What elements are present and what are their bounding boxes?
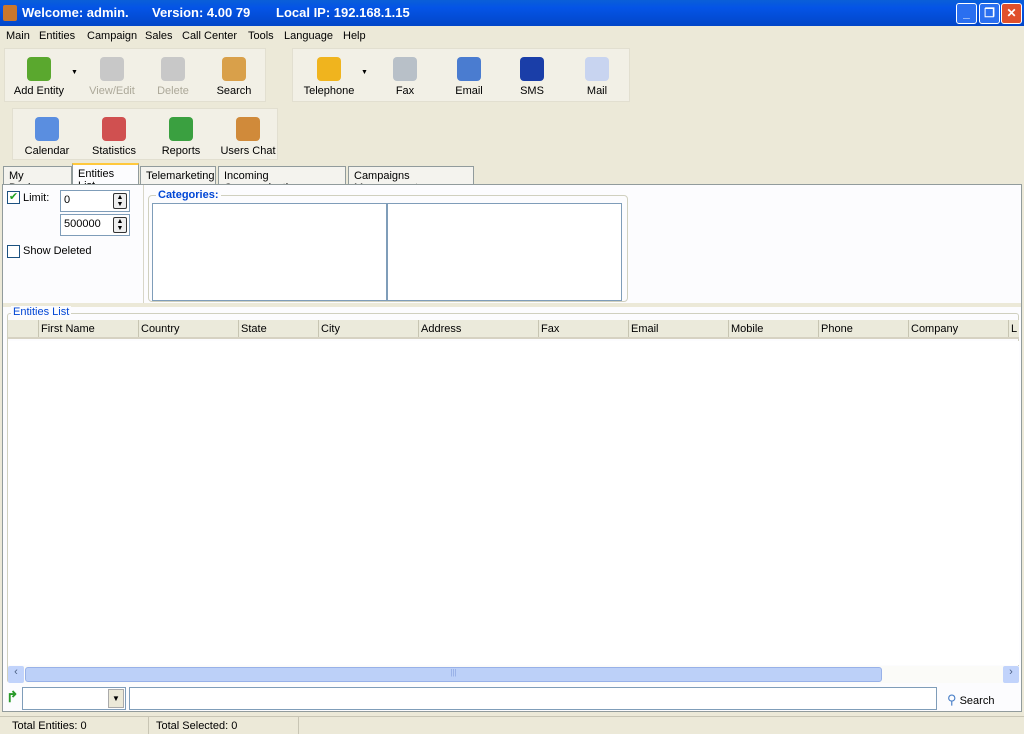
divider xyxy=(148,717,149,734)
telephone-dropdown-icon[interactable]: ▼ xyxy=(361,69,368,76)
statistics-button[interactable]: Statistics xyxy=(82,117,146,157)
limit-label: Limit: xyxy=(23,192,50,204)
app-icon xyxy=(3,5,17,21)
entities-list-panel: ✔ Limit: 0 ▲ ▼ 500000 ▲ ▼ Show Deleted Categ… xyxy=(2,184,1022,712)
tab-telemarketing[interactable]: Telemarketing xyxy=(140,166,216,185)
tab-my-business[interactable]: My Business xyxy=(3,166,72,194)
scrollbar-thumb[interactable]: ||| xyxy=(25,667,882,682)
chevron-down-icon[interactable]: ▼ xyxy=(108,689,124,708)
menu-tools[interactable]: Tools xyxy=(248,30,274,42)
show-deleted-checkbox[interactable] xyxy=(7,245,20,258)
column-company[interactable]: Company xyxy=(908,320,1008,337)
column-fax[interactable]: Fax xyxy=(538,320,628,337)
search-field-select[interactable]: ▼ xyxy=(22,687,126,710)
column-mobile[interactable]: Mobile xyxy=(728,320,818,337)
limit-to-spinner[interactable]: 500000 ▲ ▼ xyxy=(60,214,130,236)
search-user-icon xyxy=(222,57,246,81)
search-entity-button[interactable]: Search xyxy=(202,57,266,97)
close-button[interactable]: ✕ xyxy=(1001,3,1022,24)
divider xyxy=(298,717,299,734)
report-icon xyxy=(169,117,193,141)
column-country[interactable]: Country xyxy=(138,320,238,337)
delete-button[interactable]: Delete xyxy=(141,57,205,97)
horizontal-scrollbar[interactable]: ‹ ||| › xyxy=(8,666,1019,683)
menu-sales[interactable]: Sales xyxy=(145,30,173,42)
tab-campaigns-management[interactable]: Campaigns Management xyxy=(348,166,474,194)
menu-campaign[interactable]: Campaign xyxy=(87,30,137,42)
tab-entities-list[interactable]: Entities List xyxy=(72,163,139,192)
delete-user-icon xyxy=(161,57,185,81)
spinner-arrows-icon[interactable]: ▲ ▼ xyxy=(113,193,127,209)
total-selected: Total Selected: 0 xyxy=(156,720,238,732)
entities-list-title: Entities List xyxy=(11,306,72,318)
menu-call-center[interactable]: Call Center xyxy=(182,30,237,42)
table-header: First Name Country State City Address Fa… xyxy=(8,320,1019,339)
calendar-button[interactable]: Calendar xyxy=(15,117,79,157)
menu-language[interactable]: Language xyxy=(284,30,333,42)
title-bar: Welcome: admin. Version: 4.00 79 Local I… xyxy=(0,0,1024,26)
categories-list-left[interactable] xyxy=(152,203,387,301)
view-edit-button[interactable]: View/Edit xyxy=(80,57,144,97)
add-entity-dropdown-icon[interactable]: ▼ xyxy=(71,69,78,76)
email-button[interactable]: Email xyxy=(437,57,501,97)
telephone-icon xyxy=(317,57,341,81)
divider xyxy=(143,185,144,303)
status-bar: Total Entities: 0 Total Selected: 0 xyxy=(0,716,1024,734)
tab-incoming-communication[interactable]: Incoming Communication xyxy=(218,166,346,194)
menu-main[interactable]: Main xyxy=(6,30,30,42)
restore-button[interactable]: ❐ xyxy=(979,3,1000,24)
column-email[interactable]: Email xyxy=(628,320,728,337)
menu-entities[interactable]: Entities xyxy=(39,30,75,42)
column-more[interactable]: L xyxy=(1008,320,1019,337)
edit-user-icon xyxy=(100,57,124,81)
search-input[interactable] xyxy=(129,687,937,710)
splitter[interactable] xyxy=(3,303,1021,307)
mobile-phone-icon xyxy=(520,57,544,81)
go-arrow-icon[interactable]: ↱ xyxy=(6,688,19,706)
users-chat-button[interactable]: Users Chat xyxy=(216,117,280,157)
table-body[interactable] xyxy=(8,341,1019,665)
entity-toolbar: Add Entity ▼ View/Edit Delete Search xyxy=(4,48,266,102)
telephone-button[interactable]: Telephone xyxy=(297,57,361,97)
add-user-icon xyxy=(27,57,51,81)
column-state[interactable]: State xyxy=(238,320,318,337)
welcome-text: Welcome: admin. xyxy=(22,5,129,20)
chat-icon xyxy=(236,117,260,141)
ip-text: Local IP: 192.168.1.15 xyxy=(276,5,410,20)
communication-toolbar: Telephone ▼ Fax Email SMS Mail xyxy=(292,48,630,102)
fax-button[interactable]: Fax xyxy=(373,57,437,97)
scroll-right-icon[interactable]: › xyxy=(1003,666,1019,683)
menu-bar: Main Entities Campaign Sales Call Center… xyxy=(0,26,1024,46)
limit-checkbox[interactable]: ✔ xyxy=(7,191,20,204)
tools-toolbar: Calendar Statistics Reports Users Chat xyxy=(12,108,278,160)
magnifier-icon: ⚲ xyxy=(947,692,957,707)
spinner-arrows-icon[interactable]: ▲ ▼ xyxy=(113,217,127,233)
add-entity-button[interactable]: Add Entity xyxy=(7,57,71,97)
reports-button[interactable]: Reports xyxy=(149,117,213,157)
total-entities: Total Entities: 0 xyxy=(12,720,87,732)
sms-button[interactable]: SMS xyxy=(500,57,564,97)
minimize-button[interactable]: _ xyxy=(956,3,977,24)
calendar-icon xyxy=(35,117,59,141)
column-phone[interactable]: Phone xyxy=(818,320,908,337)
column-city[interactable]: City xyxy=(318,320,418,337)
version-text: Version: 4.00 79 xyxy=(152,5,251,20)
show-deleted-label: Show Deleted xyxy=(23,245,92,257)
menu-help[interactable]: Help xyxy=(343,30,366,42)
email-icon xyxy=(457,57,481,81)
mail-button[interactable]: Mail xyxy=(565,57,629,97)
column-first-name[interactable]: First Name xyxy=(38,320,138,337)
envelope-icon xyxy=(585,57,609,81)
fax-icon xyxy=(393,57,417,81)
categories-label: Categories: xyxy=(156,189,221,201)
bar-chart-icon xyxy=(102,117,126,141)
categories-list-right[interactable] xyxy=(387,203,622,301)
scroll-left-icon[interactable]: ‹ xyxy=(8,666,24,683)
search-button[interactable]: ⚲ Search xyxy=(947,687,1013,710)
column-address[interactable]: Address xyxy=(418,320,538,337)
limit-from-spinner[interactable]: 0 ▲ ▼ xyxy=(60,190,130,212)
